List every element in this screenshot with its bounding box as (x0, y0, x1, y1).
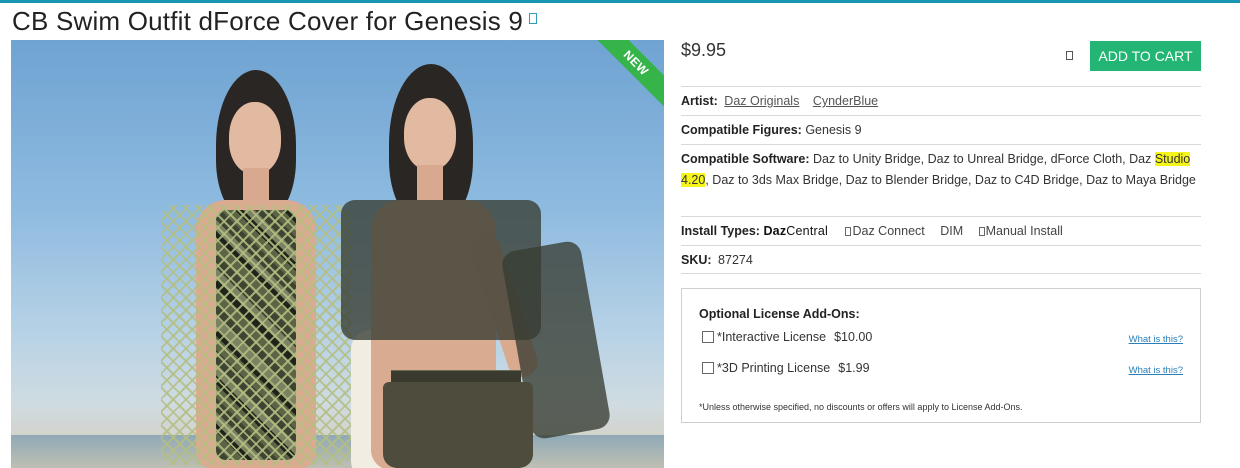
interactive-license-help-link[interactable]: What is this? (1129, 334, 1183, 345)
wishlist-icon[interactable] (1066, 51, 1073, 60)
page-title: CB Swim Outfit dForce Cover for Genesis … (12, 5, 524, 36)
new-badge: NEW (585, 40, 664, 114)
figures-row: Compatible Figures: Genesis 9 (681, 115, 1201, 144)
product-price: $9.95 (681, 40, 727, 60)
figures-label: Compatible Figures: (681, 123, 802, 137)
artist-link-cynderblue[interactable]: CynderBlue (813, 94, 878, 108)
figure-right-neck (417, 165, 443, 205)
interactive-license-name: *Interactive License (717, 330, 827, 344)
install-label: Install Types: (681, 224, 760, 238)
manual-install-icon (978, 227, 985, 236)
interactive-license-price: $10.00 (834, 330, 873, 344)
license-note: *Unless otherwise specified, no discount… (699, 402, 1023, 412)
license-row-3d-printing: *3D Printing License $1.99 (702, 361, 870, 375)
sku-label: SKU: (681, 253, 712, 267)
figure-left-face (229, 102, 281, 174)
software-value: Daz to Unity Bridge, Daz to Unreal Bridg… (812, 152, 1152, 166)
sku-row: SKU: 87274 (681, 245, 1201, 274)
artist-label: Artist: (681, 94, 718, 108)
figure-right-face (404, 98, 456, 170)
title-row: CB Swim Outfit dForce Cover for Genesis … (12, 4, 538, 38)
install-type-dim: DIM (940, 224, 964, 238)
install-type-daz-connect: Daz Connect (852, 224, 925, 238)
new-badge-label: NEW (620, 47, 652, 79)
printing-license-checkbox[interactable] (702, 362, 714, 374)
figures-value: Genesis 9 (805, 123, 862, 137)
software-value-rest: , Daz to 3ds Max Bridge, Daz to Blender … (705, 173, 1196, 187)
printing-license-help-link[interactable]: What is this? (1129, 365, 1183, 376)
software-label: Compatible Software: (681, 152, 810, 166)
daz-central-logo-light: Central (786, 224, 828, 238)
daz-central-logo-bold: Daz (763, 224, 787, 238)
product-image[interactable]: NEW (11, 40, 664, 468)
add-to-cart-button[interactable]: ADD TO CART (1090, 41, 1201, 71)
figure-right-shorts (383, 382, 533, 468)
daz-central-logo: DazCentral (763, 224, 828, 238)
artist-link-daz-originals[interactable]: Daz Originals (724, 94, 799, 108)
license-addons-box: Optional License Add-Ons: *Interactive L… (681, 288, 1201, 423)
artist-row: Artist: Daz Originals CynderBlue (681, 86, 1201, 115)
interactive-license-checkbox[interactable] (702, 331, 714, 343)
install-types-row: Install Types: DazCentral Daz Connect DI… (681, 216, 1201, 245)
daz-connect-icon (845, 227, 852, 236)
printing-license-name: *3D Printing License (717, 361, 831, 375)
license-title: Optional License Add-Ons: (699, 307, 860, 321)
figure-left-mesh-cover (161, 205, 351, 465)
top-accent-bar (0, 0, 1240, 3)
sku-value: 87274 (718, 253, 753, 267)
printing-license-price: $1.99 (838, 361, 870, 375)
software-row: Compatible Software: Daz to Unity Bridge… (681, 144, 1201, 216)
install-type-manual: Manual Install (985, 224, 1063, 238)
external-link-icon[interactable] (529, 12, 538, 24)
license-row-interactive: *Interactive License $10.00 (702, 330, 872, 344)
